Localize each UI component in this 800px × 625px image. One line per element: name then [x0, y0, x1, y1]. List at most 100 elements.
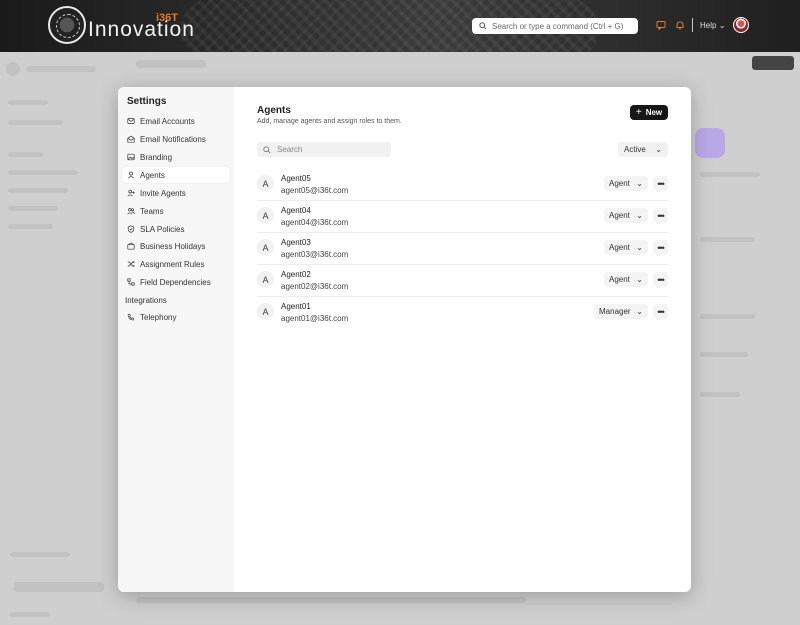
more-dots-icon: •••: [657, 306, 665, 317]
avatar: A: [257, 271, 274, 288]
phone-icon: [127, 313, 135, 321]
more-options-button[interactable]: •••: [653, 304, 668, 319]
bg-placeholder: [10, 612, 50, 617]
bg-placeholder: [8, 152, 43, 157]
sidebar-item-label: Business Holidays: [140, 241, 206, 251]
envelope-open-icon: [127, 135, 135, 143]
sidebar-item-label: Invite Agents: [140, 188, 186, 198]
sidebar-item-field-dependencies[interactable]: Field Dependencies: [122, 274, 230, 290]
role-select[interactable]: Agent ⌄: [604, 208, 648, 223]
page-title: Agents: [257, 105, 291, 116]
sidebar-item-label: Teams: [140, 206, 164, 216]
search-icon: [263, 145, 271, 154]
bg-placeholder: [700, 314, 755, 319]
flow-icon: [127, 278, 135, 286]
settings-title: Settings: [127, 96, 167, 107]
more-options-button[interactable]: •••: [653, 176, 668, 191]
bg-placeholder: [6, 62, 20, 76]
avatar: A: [257, 239, 274, 256]
role-value: Agent: [609, 243, 630, 252]
table-row: A Agent03 agent03@i36t.com Agent ⌄ •••: [257, 233, 668, 265]
briefcase-icon: [127, 242, 135, 250]
sidebar-item-telephony[interactable]: Telephony: [122, 309, 230, 325]
user-avatar[interactable]: [733, 17, 749, 33]
agent-email: agent05@i36t.com: [281, 186, 349, 195]
more-options-button[interactable]: •••: [653, 208, 668, 223]
bg-placeholder: [700, 392, 740, 397]
more-dots-icon: •••: [657, 242, 665, 253]
sidebar-item-label: Email Notifications: [140, 134, 206, 144]
agent-name: Agent04: [281, 206, 311, 215]
bg-placeholder: [10, 552, 70, 557]
sidebar-item-teams[interactable]: Teams: [122, 203, 230, 219]
role-select[interactable]: Agent ⌄: [604, 176, 648, 191]
role-select[interactable]: Manager ⌄: [594, 304, 648, 319]
bg-placeholder: [8, 120, 63, 125]
role-select[interactable]: Agent ⌄: [604, 272, 648, 287]
logo-text: Innovation: [88, 18, 195, 41]
avatar: A: [257, 303, 274, 320]
command-search-input[interactable]: Search or type a command (Ctrl + G): [472, 18, 638, 34]
bg-placeholder: [700, 172, 760, 177]
bg-placeholder: [136, 597, 526, 603]
table-row: A Agent01 agent01@i36t.com Manager ⌄ •••: [257, 297, 668, 329]
table-row: A Agent02 agent02@i36t.com Agent ⌄ •••: [257, 265, 668, 297]
chevron-down-icon: ⌄: [636, 307, 643, 316]
command-search-placeholder: Search or type a command (Ctrl + G): [492, 21, 624, 31]
agent-email: agent01@i36t.com: [281, 314, 349, 323]
new-button-label: New: [645, 108, 663, 117]
user-icon: [127, 171, 135, 179]
agent-name: Agent02: [281, 270, 311, 279]
avatar: A: [257, 175, 274, 192]
sidebar-item-email-accounts[interactable]: Email Accounts: [122, 113, 230, 129]
sidebar-item-sla-policies[interactable]: SLA Policies: [122, 221, 230, 237]
chevron-down-icon: ⌄: [636, 179, 643, 188]
bg-placeholder: [8, 206, 58, 211]
sidebar-item-assignment-rules[interactable]: Assignment Rules: [122, 256, 230, 272]
users-icon: [127, 208, 135, 215]
settings-modal: Settings Email Accounts Email Notificati…: [118, 87, 691, 592]
agent-search-input[interactable]: Search: [257, 142, 391, 157]
role-value: Manager: [599, 307, 631, 316]
new-agent-button[interactable]: + New: [630, 105, 668, 120]
sidebar-item-label: Assignment Rules: [140, 259, 205, 269]
role-value: Agent: [609, 211, 630, 220]
more-options-button[interactable]: •••: [653, 240, 668, 255]
help-menu[interactable]: Help ⌄: [700, 21, 725, 30]
sidebar-item-label: Email Accounts: [140, 116, 195, 126]
bg-placeholder: [14, 582, 104, 592]
role-select[interactable]: Agent ⌄: [604, 240, 648, 255]
chat-icon[interactable]: [656, 20, 666, 30]
bell-icon[interactable]: [675, 20, 685, 30]
agent-name: Agent03: [281, 238, 311, 247]
bg-placeholder: [752, 56, 794, 70]
sidebar-item-invite-agents[interactable]: Invite Agents: [122, 185, 230, 201]
sidebar-item-business-holidays[interactable]: Business Holidays: [122, 238, 230, 254]
more-dots-icon: •••: [657, 274, 665, 285]
more-options-button[interactable]: •••: [653, 272, 668, 287]
status-filter-value: Active: [624, 145, 646, 154]
bg-placeholder: [700, 237, 755, 242]
help-label: Help: [700, 21, 717, 30]
more-dots-icon: •••: [657, 178, 665, 189]
chevron-down-icon: ⌄: [718, 21, 726, 30]
bg-placeholder: [8, 188, 68, 193]
sidebar-item-label: Field Dependencies: [140, 277, 211, 287]
sidebar-item-agents[interactable]: Agents: [122, 167, 230, 183]
settings-sidebar: Settings Email Accounts Email Notificati…: [118, 87, 234, 592]
top-banner: Innovation i36T Search or type a command…: [0, 0, 800, 52]
agent-email: agent03@i36t.com: [281, 250, 349, 259]
sidebar-item-label: SLA Policies: [140, 224, 185, 234]
avatar: A: [257, 207, 274, 224]
integrations-section-title: Integrations: [125, 296, 167, 305]
sidebar-item-email-notifications[interactable]: Email Notifications: [122, 131, 230, 147]
agent-search-placeholder: Search: [277, 145, 303, 154]
agents-panel: Agents Add, manage agents and assign rol…: [234, 87, 691, 592]
chevron-down-icon: ⌄: [636, 211, 643, 220]
sidebar-item-branding[interactable]: Branding: [122, 149, 230, 165]
role-value: Agent: [609, 275, 630, 284]
shuffle-icon: [127, 260, 135, 268]
bg-placeholder: [8, 100, 48, 105]
plus-icon: +: [635, 106, 642, 118]
status-filter-select[interactable]: Active ⌄: [618, 142, 668, 157]
